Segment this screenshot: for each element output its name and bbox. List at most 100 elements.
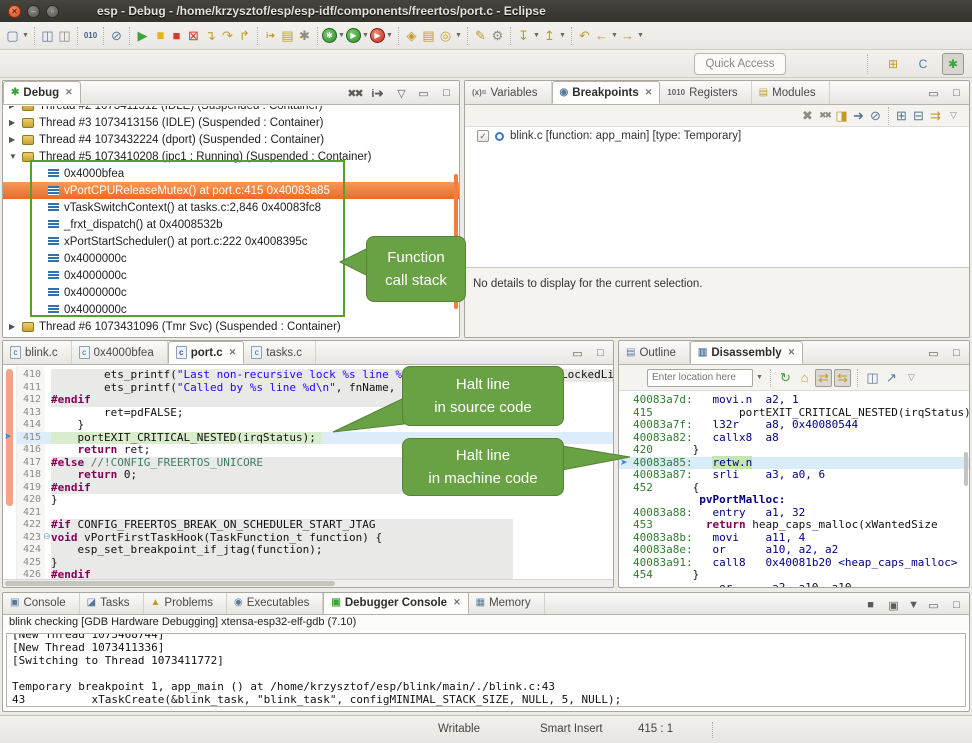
remove-all-breakpoints-icon[interactable]: ✖✖ [816, 106, 833, 126]
toolbar-icon[interactable] [770, 369, 771, 387]
console-dropdown-icon[interactable]: ▼ [908, 597, 919, 613]
stack-frame-row[interactable]: vPortCPUReleaseMutex() at port.c:415 0x4… [3, 182, 459, 199]
tab-close-icon[interactable]: ✕ [229, 347, 237, 358]
disassembly-line[interactable]: or a2, a10, a10 [619, 582, 969, 588]
toolbar-icon[interactable] [129, 27, 130, 45]
prev-annotation-dropdown-icon[interactable]: ▼ [558, 26, 567, 46]
thread-row[interactable]: ▶Thread #3 1073413156 (IDLE) (Suspended … [3, 114, 459, 131]
tab-debugger-console[interactable]: ▣Debugger Console✕ [323, 592, 468, 614]
maximize-icon[interactable]: □ [948, 85, 965, 101]
location-input[interactable] [647, 369, 753, 387]
skip-all-breakpoints-icon[interactable]: ⊘ [108, 26, 125, 46]
debug-dropdown-icon[interactable]: ▼ [337, 26, 346, 46]
window-close-button[interactable]: ✕ [8, 5, 21, 18]
forward-icon[interactable]: → [619, 26, 636, 46]
maximize-icon[interactable]: □ [438, 85, 455, 101]
tab-close-icon[interactable]: ✕ [65, 87, 73, 98]
toolbar-icon[interactable] [510, 27, 511, 45]
last-edit-icon[interactable]: ↶ [576, 26, 593, 46]
code-line[interactable]: 424 esp_set_breakpoint_if_jtag(function)… [17, 544, 613, 557]
minimize-icon[interactable]: ▭ [569, 345, 586, 361]
stack-frame-row[interactable]: vTaskSwitchContext() at tasks.c:2,846 0x… [3, 199, 459, 216]
suspend-icon[interactable]: ▮▮ [151, 26, 168, 46]
save-all-icon[interactable]: ◫ [56, 26, 73, 46]
toolbar-icon[interactable] [857, 369, 858, 387]
tab-registers[interactable]: 1010Registers [660, 81, 751, 104]
back-dropdown-icon[interactable]: ▼ [610, 26, 619, 46]
stack-frame-row[interactable]: 0x4000000c [3, 301, 459, 318]
export-icon[interactable]: ↗ [883, 368, 900, 388]
toolbar-icon[interactable] [257, 27, 258, 45]
tab-outline[interactable]: ▤Outline [619, 341, 690, 364]
fold-collapse-icon[interactable]: ⊖ [43, 531, 51, 542]
run-icon[interactable]: ▶ [346, 28, 361, 43]
prev-annotation-icon[interactable]: ↥ [541, 26, 558, 46]
minimize-icon[interactable]: ▭ [415, 85, 432, 101]
debug-perspective-icon[interactable]: ✱ [942, 53, 964, 75]
copy-icon[interactable]: ◫ [864, 368, 881, 388]
step-return-icon[interactable]: ↱ [236, 26, 253, 46]
remove-all-terminated-icon[interactable]: ✖✖ [346, 85, 363, 101]
next-annotation-dropdown-icon[interactable]: ▼ [532, 26, 541, 46]
tab-port-c[interactable]: cport.c✕ [168, 341, 245, 364]
tab-memory[interactable]: ▦Memory [469, 592, 545, 614]
breakpoint-entry[interactable]: ✓ blink.c [function: app_main] [type: Te… [465, 127, 969, 145]
toolbar-icon[interactable] [317, 27, 318, 45]
toolbar-icon[interactable] [103, 27, 104, 45]
display-console-icon[interactable]: ▣ [885, 597, 902, 613]
mark-occurrences-icon[interactable]: ✎ [472, 26, 489, 46]
link-with-debug-icon[interactable]: ⇉ [927, 106, 944, 126]
toolbar-icon[interactable] [34, 27, 35, 45]
resume-icon[interactable]: ▶ [134, 26, 151, 46]
step-into-icon[interactable]: ↴ [202, 26, 219, 46]
refresh-icon[interactable]: ↻ [777, 368, 794, 388]
step-over-icon[interactable]: ↷ [219, 26, 236, 46]
show-source-icon[interactable]: ⇆ [834, 369, 851, 387]
minimize-icon[interactable]: ▭ [925, 597, 942, 613]
use-step-filters-icon[interactable]: i➜ [369, 85, 386, 101]
window-minimize-button[interactable]: – [27, 5, 40, 18]
breakpoint-checkbox[interactable]: ✓ [477, 130, 489, 142]
expander-icon[interactable]: ▶ [9, 135, 22, 144]
view-menu-icon[interactable]: ▽ [392, 85, 409, 101]
thread-row[interactable]: ▶Thread #4 1073432224 (dport) (Suspended… [3, 131, 459, 148]
minimize-icon[interactable]: ▭ [925, 345, 942, 361]
tab-console[interactable]: ▣Console [3, 592, 80, 614]
expander-icon[interactable]: ▼ [9, 152, 22, 161]
disassembly-scrollbar[interactable] [964, 452, 968, 486]
toggle-comment-icon[interactable]: ⚙ [489, 26, 506, 46]
thread-row[interactable]: ▶Thread #2 1073411312 (IDLE) (Suspended … [3, 106, 459, 114]
maximize-icon[interactable]: □ [948, 345, 965, 361]
skip-all-breakpoints-icon[interactable]: ⊘ [867, 106, 884, 126]
toolbar-icon[interactable] [77, 27, 78, 45]
tab-tasks[interactable]: ◪Tasks [80, 592, 144, 614]
debug-icon[interactable]: ✱ [322, 28, 337, 43]
tab-modules[interactable]: ▤Modules [752, 81, 830, 104]
search-dropdown-icon[interactable]: ▼ [454, 26, 463, 46]
disassembly-body[interactable]: 40083a7d: movi.n a2, 1415 portEXIT_CRITI… [619, 392, 969, 587]
open-resource-icon[interactable]: ▤ [420, 26, 437, 46]
minimize-icon[interactable]: ▭ [925, 85, 942, 101]
tab-breakpoints[interactable]: ◉Breakpoints✕ [552, 81, 661, 104]
forward-dropdown-icon[interactable]: ▼ [636, 26, 645, 46]
annotation-ruler[interactable]: ➤ [3, 366, 17, 579]
next-annotation-icon[interactable]: ↧ [515, 26, 532, 46]
thread-row[interactable]: ▼Thread #5 1073410208 (ipc1 : Running) (… [3, 148, 459, 165]
expand-all-icon[interactable]: ⊞ [893, 106, 910, 126]
home-icon[interactable]: ⌂ [796, 368, 813, 388]
tab-close-icon[interactable]: ✕ [645, 87, 653, 98]
disconnect-icon[interactable]: ⊠ [185, 26, 202, 46]
tab-disassembly[interactable]: ▥Disassembly✕ [690, 341, 803, 364]
code-line[interactable]: 425} [17, 557, 613, 570]
expander-icon[interactable]: ▶ [9, 322, 22, 331]
search-icon[interactable]: ◎ [437, 26, 454, 46]
save-icon[interactable]: ◫ [39, 26, 56, 46]
tab-variables[interactable]: (x)=Variables [465, 81, 552, 104]
go-to-file-icon[interactable]: ➜ [850, 106, 867, 126]
new-dropdown-icon[interactable]: ▼ [21, 26, 30, 46]
expander-icon[interactable]: ▶ [9, 106, 22, 110]
tab-problems[interactable]: ▲Problems [144, 592, 227, 614]
run-dropdown-icon[interactable]: ▼ [361, 26, 370, 46]
instruction-stepping-icon[interactable]: ▤ [279, 26, 296, 46]
tab-debug[interactable]: ✱Debug✕ [3, 81, 81, 104]
